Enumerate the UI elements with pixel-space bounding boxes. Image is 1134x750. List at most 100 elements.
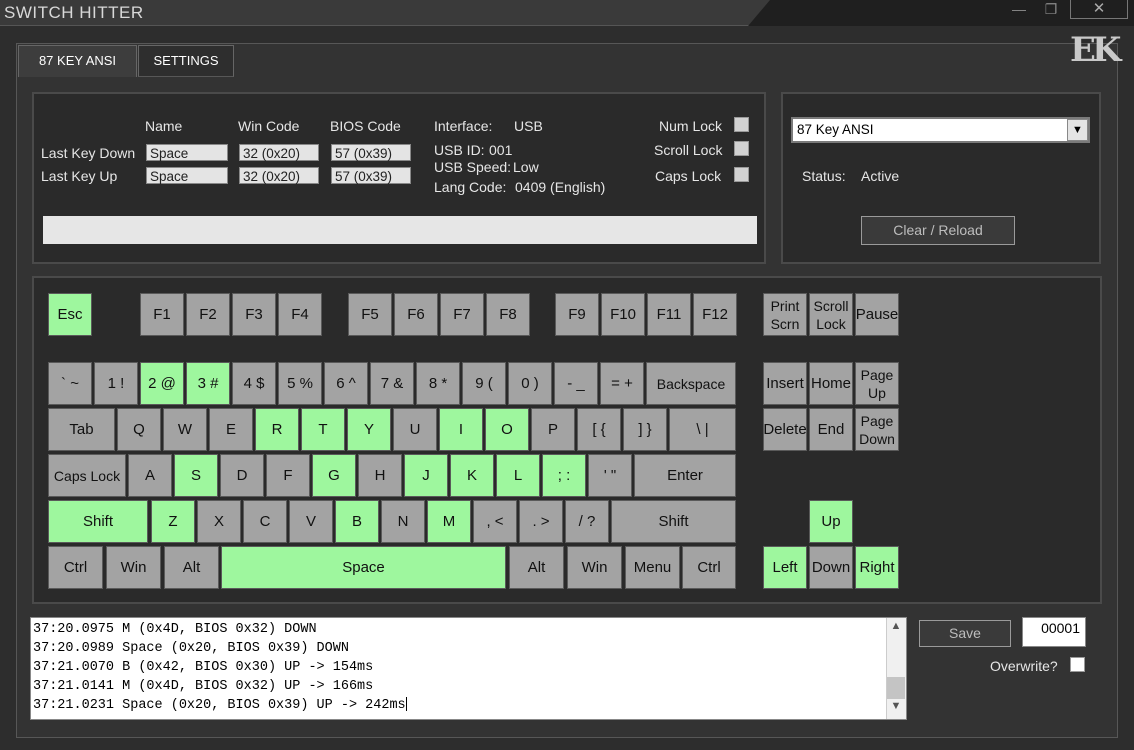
key-c[interactable]: C [243, 500, 287, 543]
key-g[interactable]: G [312, 454, 356, 497]
key-w[interactable]: W [163, 408, 207, 451]
key-shift[interactable]: Shift [611, 500, 736, 543]
key-f5[interactable]: F5 [348, 293, 392, 336]
clear-reload-button[interactable]: Clear / Reload [861, 216, 1015, 245]
key-alt[interactable]: Alt [164, 546, 219, 589]
key-q[interactable]: Q [117, 408, 161, 451]
key-9[interactable]: 9 ( [462, 362, 506, 405]
key-4[interactable]: 4 $ [232, 362, 276, 405]
key-f10[interactable]: F10 [601, 293, 645, 336]
key-shift[interactable]: Shift [48, 500, 148, 543]
key-symbol[interactable]: \ | [669, 408, 736, 451]
key-win[interactable]: Win [567, 546, 622, 589]
key-symbol[interactable]: ] } [623, 408, 667, 451]
maximize-button[interactable]: ❐ [1038, 0, 1064, 19]
key-p[interactable]: P [531, 408, 575, 451]
key-ctrl[interactable]: Ctrl [48, 546, 103, 589]
scroll-down-icon[interactable]: ▼ [886, 700, 906, 718]
key-win[interactable]: Win [106, 546, 161, 589]
minimize-button[interactable]: — [1006, 0, 1032, 19]
key-alt[interactable]: Alt [509, 546, 564, 589]
key-o[interactable]: O [485, 408, 529, 451]
layout-select[interactable]: 87 Key ANSI [791, 117, 1090, 143]
key-esc[interactable]: Esc [48, 293, 92, 336]
key-d[interactable]: D [220, 454, 264, 497]
key-page-up[interactable]: Page Up [855, 362, 899, 405]
overwrite-checkbox[interactable] [1070, 657, 1085, 672]
event-log[interactable]: 37:20.0975 M (0x4D, BIOS 0x32) DOWN 37:2… [30, 617, 907, 720]
key-up[interactable]: Up [809, 500, 853, 543]
scroll-up-icon[interactable]: ▲ [886, 620, 906, 638]
key-5[interactable]: 5 % [278, 362, 322, 405]
key-right[interactable]: Right [855, 546, 899, 589]
key-8[interactable]: 8 * [416, 362, 460, 405]
key-tab[interactable]: Tab [48, 408, 115, 451]
key-backspace[interactable]: Backspace [646, 362, 736, 405]
key-symbol[interactable]: [ { [577, 408, 621, 451]
key-f4[interactable]: F4 [278, 293, 322, 336]
key-input-bar[interactable] [43, 216, 757, 244]
key-ctrl[interactable]: Ctrl [682, 546, 736, 589]
tab-settings[interactable]: SETTINGS [138, 45, 234, 77]
key-symbol[interactable]: = + [600, 362, 644, 405]
key-e[interactable]: E [209, 408, 253, 451]
key-symbol[interactable]: ; : [542, 454, 586, 497]
key-home[interactable]: Home [809, 362, 853, 405]
key-page-down[interactable]: Page Down [855, 408, 899, 451]
key-down[interactable]: Down [809, 546, 853, 589]
key-v[interactable]: V [289, 500, 333, 543]
dropdown-arrow-icon[interactable]: ▼ [1067, 119, 1088, 141]
key-space[interactable]: Space [221, 546, 506, 589]
key-2[interactable]: 2 @ [140, 362, 184, 405]
key-x[interactable]: X [197, 500, 241, 543]
key-1[interactable]: 1 ! [94, 362, 138, 405]
key-u[interactable]: U [393, 408, 437, 451]
key-f7[interactable]: F7 [440, 293, 484, 336]
key-symbol[interactable]: / ? [565, 500, 609, 543]
key-f12[interactable]: F12 [693, 293, 737, 336]
key-6[interactable]: 6 ^ [324, 362, 368, 405]
key-f8[interactable]: F8 [486, 293, 530, 336]
key-end[interactable]: End [809, 408, 853, 451]
key-caps-lock[interactable]: Caps Lock [48, 454, 126, 497]
key-h[interactable]: H [358, 454, 402, 497]
key-y[interactable]: Y [347, 408, 391, 451]
save-button[interactable]: Save [919, 620, 1011, 647]
key-l[interactable]: L [496, 454, 540, 497]
counter-field[interactable]: 00001 [1022, 617, 1086, 647]
key-menu[interactable]: Menu [625, 546, 680, 589]
key-7[interactable]: 7 & [370, 362, 414, 405]
key-3[interactable]: 3 # [186, 362, 230, 405]
key-t[interactable]: T [301, 408, 345, 451]
key-f11[interactable]: F11 [647, 293, 691, 336]
key-i[interactable]: I [439, 408, 483, 451]
key-symbol[interactable]: . > [519, 500, 563, 543]
key-n[interactable]: N [381, 500, 425, 543]
key-s[interactable]: S [174, 454, 218, 497]
scroll-thumb[interactable] [887, 677, 905, 699]
key-f2[interactable]: F2 [186, 293, 230, 336]
key-scroll-lock[interactable]: Scroll Lock [809, 293, 853, 336]
key-a[interactable]: A [128, 454, 172, 497]
key-f6[interactable]: F6 [394, 293, 438, 336]
key-symbol[interactable]: ` ~ [48, 362, 92, 405]
key-delete[interactable]: Delete [763, 408, 807, 451]
tab-87-key-ansi[interactable]: 87 KEY ANSI [18, 45, 137, 77]
key-b[interactable]: B [335, 500, 379, 543]
key-enter[interactable]: Enter [634, 454, 736, 497]
key-symbol[interactable]: ' " [588, 454, 632, 497]
key-r[interactable]: R [255, 408, 299, 451]
key-insert[interactable]: Insert [763, 362, 807, 405]
key-f1[interactable]: F1 [140, 293, 184, 336]
key-z[interactable]: Z [151, 500, 195, 543]
key-symbol[interactable]: , < [473, 500, 517, 543]
key-pause[interactable]: Pause [855, 293, 899, 336]
key-j[interactable]: J [404, 454, 448, 497]
close-button[interactable]: ✕ [1070, 0, 1128, 19]
key-left[interactable]: Left [763, 546, 807, 589]
key-print-scrn[interactable]: Print Scrn [763, 293, 807, 336]
key-f3[interactable]: F3 [232, 293, 276, 336]
key-f[interactable]: F [266, 454, 310, 497]
key-0[interactable]: 0 ) [508, 362, 552, 405]
key-m[interactable]: M [427, 500, 471, 543]
